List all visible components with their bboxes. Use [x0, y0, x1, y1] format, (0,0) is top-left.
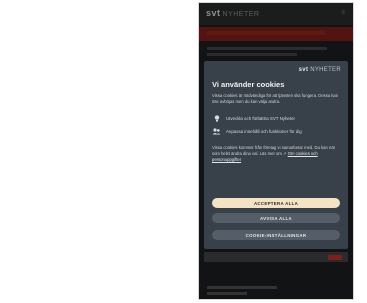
- dialog-body-text: Vissa cookies kommer från företag vi sam…: [212, 145, 336, 162]
- feature-text: Anpassa innehåll och funktioner för dig: [226, 128, 302, 134]
- feature-text: Utveckla och förbättra SVT Nyheter: [226, 115, 295, 121]
- phone-viewport: svt NYHETER ≡ svt NYHETER Vi använder coo…: [198, 2, 354, 300]
- feature-item: Utveckla och förbättra SVT Nyheter: [212, 114, 295, 122]
- article-teaser[interactable]: [204, 252, 348, 262]
- lightbulb-icon: [212, 114, 221, 122]
- teaser-thumbnail: [328, 255, 342, 260]
- cookie-settings-button[interactable]: COOKIE-INSTÄLLNINGAR: [212, 230, 340, 240]
- content-line: [207, 286, 277, 289]
- external-link-icon: ↗: [283, 151, 287, 156]
- people-icon: [212, 127, 221, 135]
- cookie-consent-dialog: svt NYHETER Vi använder cookies Vissa co…: [204, 61, 348, 249]
- reject-all-button[interactable]: AVVISA ALLA: [212, 213, 340, 223]
- dialog-intro-text: Vissa cookies är nödvändiga för att tjän…: [212, 93, 339, 104]
- dialog-brand-logo: svt NYHETER: [298, 67, 341, 73]
- content-line: [207, 292, 247, 295]
- accept-all-button[interactable]: ACCEPTERA ALLA: [212, 198, 340, 208]
- feature-item: Anpassa innehåll och funktioner för dig: [212, 127, 302, 135]
- dialog-title: Vi använder cookies: [212, 80, 285, 89]
